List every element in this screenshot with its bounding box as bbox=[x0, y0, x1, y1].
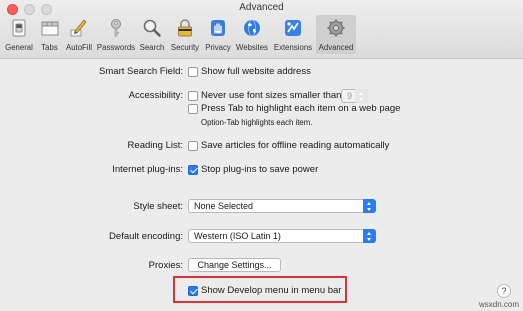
select-arrows-icon bbox=[355, 89, 368, 103]
tab-websites[interactable]: Websites bbox=[234, 15, 270, 54]
show-develop-menu-text: Show Develop menu in menu bar bbox=[201, 285, 342, 296]
proxies-label: Proxies: bbox=[148, 260, 183, 271]
title-bar: Advanced General Tabs AutoFill Passwords… bbox=[0, 0, 523, 59]
change-proxy-settings-button[interactable]: Change Settings... bbox=[188, 258, 281, 272]
accessibility-label: Accessibility: bbox=[128, 90, 183, 101]
gear-icon bbox=[327, 19, 345, 37]
help-button[interactable]: ? bbox=[497, 284, 511, 298]
tab-passwords[interactable]: Passwords bbox=[96, 15, 136, 54]
window-title: Advanced bbox=[239, 2, 284, 13]
show-full-address-checkbox[interactable] bbox=[188, 67, 198, 77]
tab-highlight-hint: Option-Tab highlights each item. bbox=[201, 118, 313, 127]
preferences-window: Advanced General Tabs AutoFill Passwords… bbox=[0, 0, 523, 311]
reading-list-label: Reading List: bbox=[127, 140, 183, 151]
min-font-size-text: Never use font sizes smaller than bbox=[201, 90, 342, 101]
tab-extensions[interactable]: Extensions bbox=[272, 15, 314, 54]
tab-highlight-text: Press Tab to highlight each item on a we… bbox=[201, 103, 401, 114]
select-arrows-icon bbox=[363, 229, 376, 243]
tab-security[interactable]: Security bbox=[168, 15, 202, 54]
smart-search-label: Smart Search Field: bbox=[99, 66, 183, 77]
tab-autofill[interactable]: AutoFill bbox=[64, 15, 94, 54]
general-switch-icon bbox=[12, 19, 26, 37]
offline-reading-checkbox[interactable] bbox=[188, 141, 198, 151]
select-arrows-icon bbox=[363, 199, 376, 213]
min-font-size-checkbox[interactable] bbox=[188, 91, 198, 101]
tab-privacy[interactable]: Privacy bbox=[204, 15, 232, 54]
pencil-icon bbox=[70, 19, 87, 37]
puzzle-icon bbox=[285, 20, 301, 36]
magnifier-icon bbox=[143, 19, 161, 37]
encoding-value: Western (ISO Latin 1) bbox=[194, 231, 281, 241]
advanced-settings-pane: Smart Search Field: Show full website ad… bbox=[0, 59, 523, 311]
tab-search[interactable]: Search bbox=[138, 15, 166, 54]
tab-highlight-checkbox[interactable] bbox=[188, 104, 198, 114]
tab-general[interactable]: General bbox=[3, 15, 35, 54]
hand-icon bbox=[211, 20, 225, 36]
encoding-label: Default encoding: bbox=[109, 231, 183, 242]
tab-tabs[interactable]: Tabs bbox=[37, 15, 62, 54]
show-full-address-text: Show full website address bbox=[201, 66, 311, 77]
encoding-select[interactable]: Western (ISO Latin 1) bbox=[188, 229, 376, 243]
key-icon bbox=[111, 19, 121, 37]
style-sheet-label: Style sheet: bbox=[133, 201, 183, 212]
lock-icon bbox=[178, 19, 192, 37]
stop-plugins-text: Stop plug-ins to save power bbox=[201, 164, 319, 175]
show-develop-menu-checkbox[interactable] bbox=[188, 286, 198, 296]
tabs-icon bbox=[41, 21, 58, 36]
tab-advanced[interactable]: Advanced bbox=[316, 15, 356, 54]
globe-icon bbox=[244, 19, 260, 37]
watermark: wsxdn.com bbox=[478, 300, 519, 309]
offline-reading-text: Save articles for offline reading automa… bbox=[201, 140, 390, 151]
plugins-label: Internet plug-ins: bbox=[112, 164, 183, 175]
min-font-size-value: 9 bbox=[347, 91, 353, 101]
style-sheet-value: None Selected bbox=[194, 201, 254, 211]
stop-plugins-checkbox[interactable] bbox=[188, 165, 198, 175]
style-sheet-select[interactable]: None Selected bbox=[188, 199, 376, 213]
min-font-size-select[interactable]: 9 bbox=[341, 89, 368, 103]
